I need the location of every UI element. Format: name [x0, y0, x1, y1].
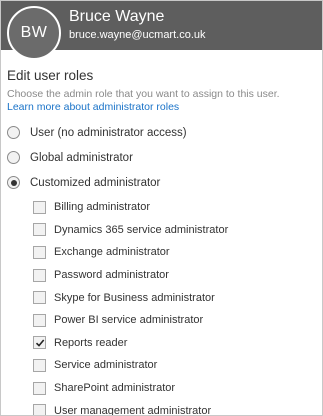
- radio-customized-admin[interactable]: Customized administrator: [7, 170, 322, 195]
- checkbox[interactable]: [33, 291, 46, 305]
- radio-button[interactable]: [7, 151, 20, 164]
- user-header: BW Bruce Wayne bruce.wayne@ucmart.co.uk: [1, 1, 322, 60]
- custom-role-label: Billing administrator: [54, 201, 150, 214]
- custom-role-label: Skype for Business administrator: [54, 291, 215, 304]
- avatar: BW: [7, 6, 61, 60]
- radio-label: Global administrator: [30, 151, 133, 164]
- radio-global-admin[interactable]: Global administrator: [7, 145, 322, 170]
- custom-role-item[interactable]: Reports reader: [33, 332, 322, 355]
- role-radio-group: User (no administrator access) Global ad…: [7, 120, 322, 195]
- custom-role-label: Exchange administrator: [54, 246, 170, 259]
- checkbox[interactable]: [33, 268, 46, 282]
- user-name: Bruce Wayne: [69, 8, 165, 25]
- checkbox-checked[interactable]: [33, 336, 46, 350]
- custom-role-label: Reports reader: [54, 336, 128, 349]
- section-description: Choose the admin role that you want to a…: [7, 88, 322, 114]
- custom-role-label: Power BI service administrator: [54, 314, 204, 327]
- content: Edit user roles Choose the admin role th…: [1, 68, 322, 416]
- custom-role-label: Dynamics 365 service administrator: [54, 223, 229, 236]
- description-text: Choose the admin role that you want to a…: [7, 88, 280, 100]
- custom-role-item[interactable]: Billing administrator: [33, 196, 322, 219]
- custom-role-item[interactable]: Exchange administrator: [33, 241, 322, 264]
- checkbox[interactable]: [33, 223, 46, 237]
- checkbox[interactable]: [33, 358, 46, 372]
- custom-role-item[interactable]: Service administrator: [33, 354, 322, 377]
- custom-role-item[interactable]: Power BI service administrator: [33, 309, 322, 332]
- custom-role-label: User management administrator: [54, 404, 212, 416]
- custom-role-item[interactable]: Skype for Business administrator: [33, 286, 322, 309]
- checkbox[interactable]: [33, 381, 46, 395]
- custom-role-label: Password administrator: [54, 269, 169, 282]
- radio-label: Customized administrator: [30, 176, 161, 189]
- checkbox[interactable]: [33, 404, 46, 415]
- checkbox[interactable]: [33, 313, 46, 327]
- custom-role-label: Service administrator: [54, 359, 158, 372]
- section-title: Edit user roles: [7, 68, 94, 83]
- checkmark-icon: [35, 339, 44, 347]
- learn-more-link[interactable]: Learn more about administrator roles: [7, 101, 179, 113]
- user-email: bruce.wayne@ucmart.co.uk: [69, 29, 206, 41]
- radio-button[interactable]: [7, 126, 20, 139]
- radio-button[interactable]: [7, 176, 20, 189]
- custom-roles-list: Billing administrator Dynamics 365 servic…: [33, 196, 322, 416]
- edit-user-roles-panel: BW Bruce Wayne bruce.wayne@ucmart.co.uk …: [0, 0, 323, 416]
- custom-role-label: SharePoint administrator: [54, 382, 176, 395]
- custom-role-item[interactable]: SharePoint administrator: [33, 377, 322, 400]
- radio-label: User (no administrator access): [30, 126, 187, 139]
- checkbox[interactable]: [33, 200, 46, 214]
- checkbox[interactable]: [33, 245, 46, 259]
- custom-role-item[interactable]: Dynamics 365 service administrator: [33, 219, 322, 242]
- custom-role-item[interactable]: User management administrator: [33, 399, 322, 416]
- custom-role-item[interactable]: Password administrator: [33, 264, 322, 287]
- radio-user[interactable]: User (no administrator access): [7, 120, 322, 145]
